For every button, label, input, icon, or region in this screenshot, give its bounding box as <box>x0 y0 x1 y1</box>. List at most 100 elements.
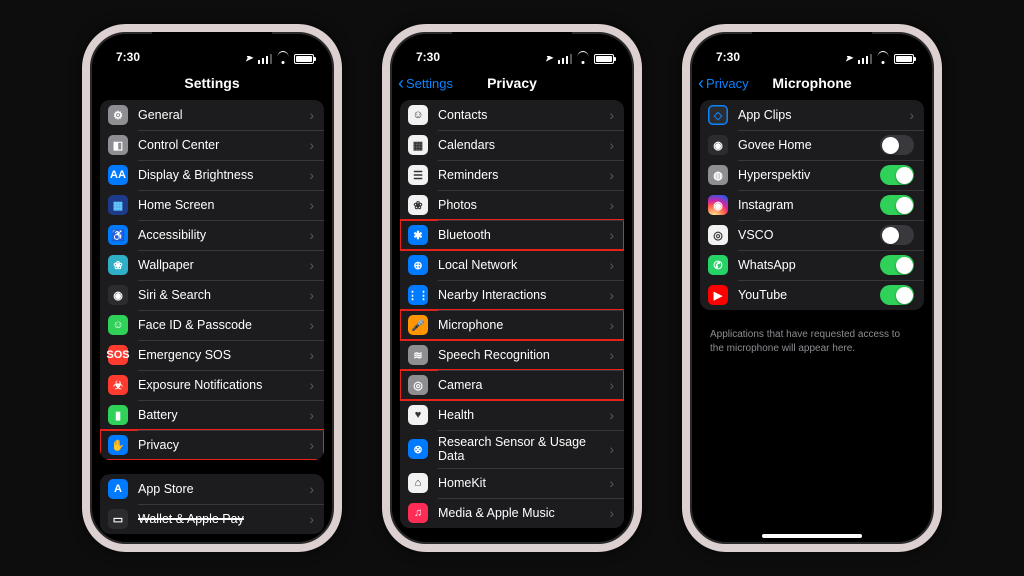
chevron-right-icon: › <box>309 347 314 363</box>
row-photos[interactable]: ❀Photos› <box>400 190 624 220</box>
row-label: Calendars <box>438 138 599 152</box>
row-camera[interactable]: ◎Camera› <box>400 370 624 400</box>
chevron-right-icon: › <box>609 347 614 363</box>
face-id-passcode-icon: ☺ <box>108 315 128 335</box>
chevron-right-icon: › <box>309 197 314 213</box>
wallpaper-icon: ❀ <box>108 255 128 275</box>
footer-note: Applications that have requested access … <box>700 324 924 359</box>
chevron-left-icon: ‹ <box>398 74 404 92</box>
row-home-screen[interactable]: ▦Home Screen› <box>100 190 324 220</box>
row-wallpaper[interactable]: ❀Wallpaper› <box>100 250 324 280</box>
row-microphone[interactable]: 🎤Microphone› <box>400 310 624 340</box>
row-instagram[interactable]: ◉Instagram <box>700 190 924 220</box>
toggle-vsco[interactable] <box>880 225 914 245</box>
chevron-right-icon: › <box>309 407 314 423</box>
row-calendars[interactable]: ▦Calendars› <box>400 130 624 160</box>
row-emergency-sos[interactable]: SOSEmergency SOS› <box>100 340 324 370</box>
battery-icon <box>294 54 314 64</box>
row-label: Research Sensor & Usage Data <box>438 435 599 464</box>
row-label: General <box>138 108 299 122</box>
chevron-right-icon: › <box>309 107 314 123</box>
row-label: Display & Brightness <box>138 168 299 182</box>
row-privacy[interactable]: ✋Privacy› <box>100 430 324 460</box>
row-control-center[interactable]: ◧Control Center› <box>100 130 324 160</box>
settings-group-2: AApp Store›▭Wallet & Apple Pay› <box>100 474 324 534</box>
chevron-right-icon: › <box>609 167 614 183</box>
row-speech-recognition[interactable]: ≋Speech Recognition› <box>400 340 624 370</box>
phone-microphone: 7:30 ➤ ‹ Privacy Microphone ◇App Clips›◉… <box>682 24 942 552</box>
row-label: Face ID & Passcode <box>138 318 299 332</box>
chevron-right-icon: › <box>309 257 314 273</box>
nav-bar: ‹ Privacy Microphone <box>690 66 934 100</box>
row-reminders[interactable]: ☰Reminders› <box>400 160 624 190</box>
local-network-icon: ⊕ <box>408 255 428 275</box>
row-app-store[interactable]: AApp Store› <box>100 474 324 504</box>
govee-home-icon: ◉ <box>708 135 728 155</box>
back-button[interactable]: ‹ Settings <box>398 74 453 92</box>
privacy-icon: ✋ <box>108 435 128 455</box>
row-accessibility[interactable]: ♿Accessibility› <box>100 220 324 250</box>
row-youtube[interactable]: ▶YouTube <box>700 280 924 310</box>
chevron-right-icon: › <box>609 257 614 273</box>
row-app-clips[interactable]: ◇App Clips› <box>700 100 924 130</box>
status-time: 7:30 <box>416 50 440 64</box>
row-label: Media & Apple Music <box>438 506 599 520</box>
nav-title: Settings <box>184 75 239 91</box>
microphone-icon: 🎤 <box>408 315 428 335</box>
row-hyperspektiv[interactable]: ◍Hyperspektiv <box>700 160 924 190</box>
chevron-right-icon: › <box>909 107 914 123</box>
chevron-right-icon: › <box>309 227 314 243</box>
emergency-sos-icon: SOS <box>108 345 128 365</box>
row-label: Siri & Search <box>138 288 299 302</box>
chevron-right-icon: › <box>309 167 314 183</box>
row-label: Bluetooth <box>438 228 599 242</box>
row-govee-home[interactable]: ◉Govee Home <box>700 130 924 160</box>
row-label: Reminders <box>438 168 599 182</box>
toggle-whatsapp[interactable] <box>880 255 914 275</box>
bluetooth-icon: ✱ <box>408 225 428 245</box>
row-label: Instagram <box>738 198 870 212</box>
camera-icon: ◎ <box>408 375 428 395</box>
row-general[interactable]: ⚙ General › <box>100 100 324 130</box>
row-face-id-passcode[interactable]: ☺ Face ID & Passcode › <box>100 310 324 340</box>
toggle-hyperspektiv[interactable] <box>880 165 914 185</box>
row-local-network[interactable]: ⊕Local Network› <box>400 250 624 280</box>
back-button[interactable]: ‹ Privacy <box>698 74 749 92</box>
row-battery[interactable]: ▮Battery› <box>100 400 324 430</box>
row-nearby-interactions[interactable]: ⋮⋮Nearby Interactions› <box>400 280 624 310</box>
row-label: Battery <box>138 408 299 422</box>
row-research-sensor-usage-data[interactable]: ⊗Research Sensor & Usage Data› <box>400 430 624 468</box>
row-homekit[interactable]: ⌂HomeKit› <box>400 468 624 498</box>
row-wallet-apple-pay[interactable]: ▭Wallet & Apple Pay› <box>100 504 324 534</box>
chevron-right-icon: › <box>609 377 614 393</box>
toggle-youtube[interactable] <box>880 285 914 305</box>
row-label: Hyperspektiv <box>738 168 870 182</box>
chevron-right-icon: › <box>609 441 614 457</box>
chevron-right-icon: › <box>609 505 614 521</box>
row-siri-search[interactable]: ◉Siri & Search› <box>100 280 324 310</box>
nav-bar: Settings <box>90 66 334 100</box>
row-bluetooth[interactable]: ✱Bluetooth› <box>400 220 624 250</box>
row-health[interactable]: ♥Health› <box>400 400 624 430</box>
chevron-right-icon: › <box>609 107 614 123</box>
battery-icon <box>594 54 614 64</box>
notch <box>152 32 272 56</box>
row-media-apple-music[interactable]: ♫Media & Apple Music› <box>400 498 624 528</box>
chevron-right-icon: › <box>309 317 314 333</box>
nav-bar: ‹ Settings Privacy <box>390 66 634 100</box>
general-icon: ⚙ <box>108 105 128 125</box>
toggle-instagram[interactable] <box>880 195 914 215</box>
row-label: App Store <box>138 482 299 496</box>
row-contacts[interactable]: ☺Contacts› <box>400 100 624 130</box>
row-exposure-notifications[interactable]: ☣Exposure Notifications› <box>100 370 324 400</box>
privacy-group: ☺Contacts›▦Calendars›☰Reminders›❀Photos›… <box>400 100 624 528</box>
toggle-govee-home[interactable] <box>880 135 914 155</box>
back-label: Privacy <box>706 76 749 91</box>
row-display-brightness[interactable]: AADisplay & Brightness› <box>100 160 324 190</box>
row-whatsapp[interactable]: ✆WhatsApp <box>700 250 924 280</box>
home-indicator[interactable] <box>762 534 862 538</box>
row-vsco[interactable]: ◎VSCO <box>700 220 924 250</box>
accessibility-icon: ♿ <box>108 225 128 245</box>
wifi-icon <box>576 54 590 64</box>
row-label: YouTube <box>738 288 870 302</box>
